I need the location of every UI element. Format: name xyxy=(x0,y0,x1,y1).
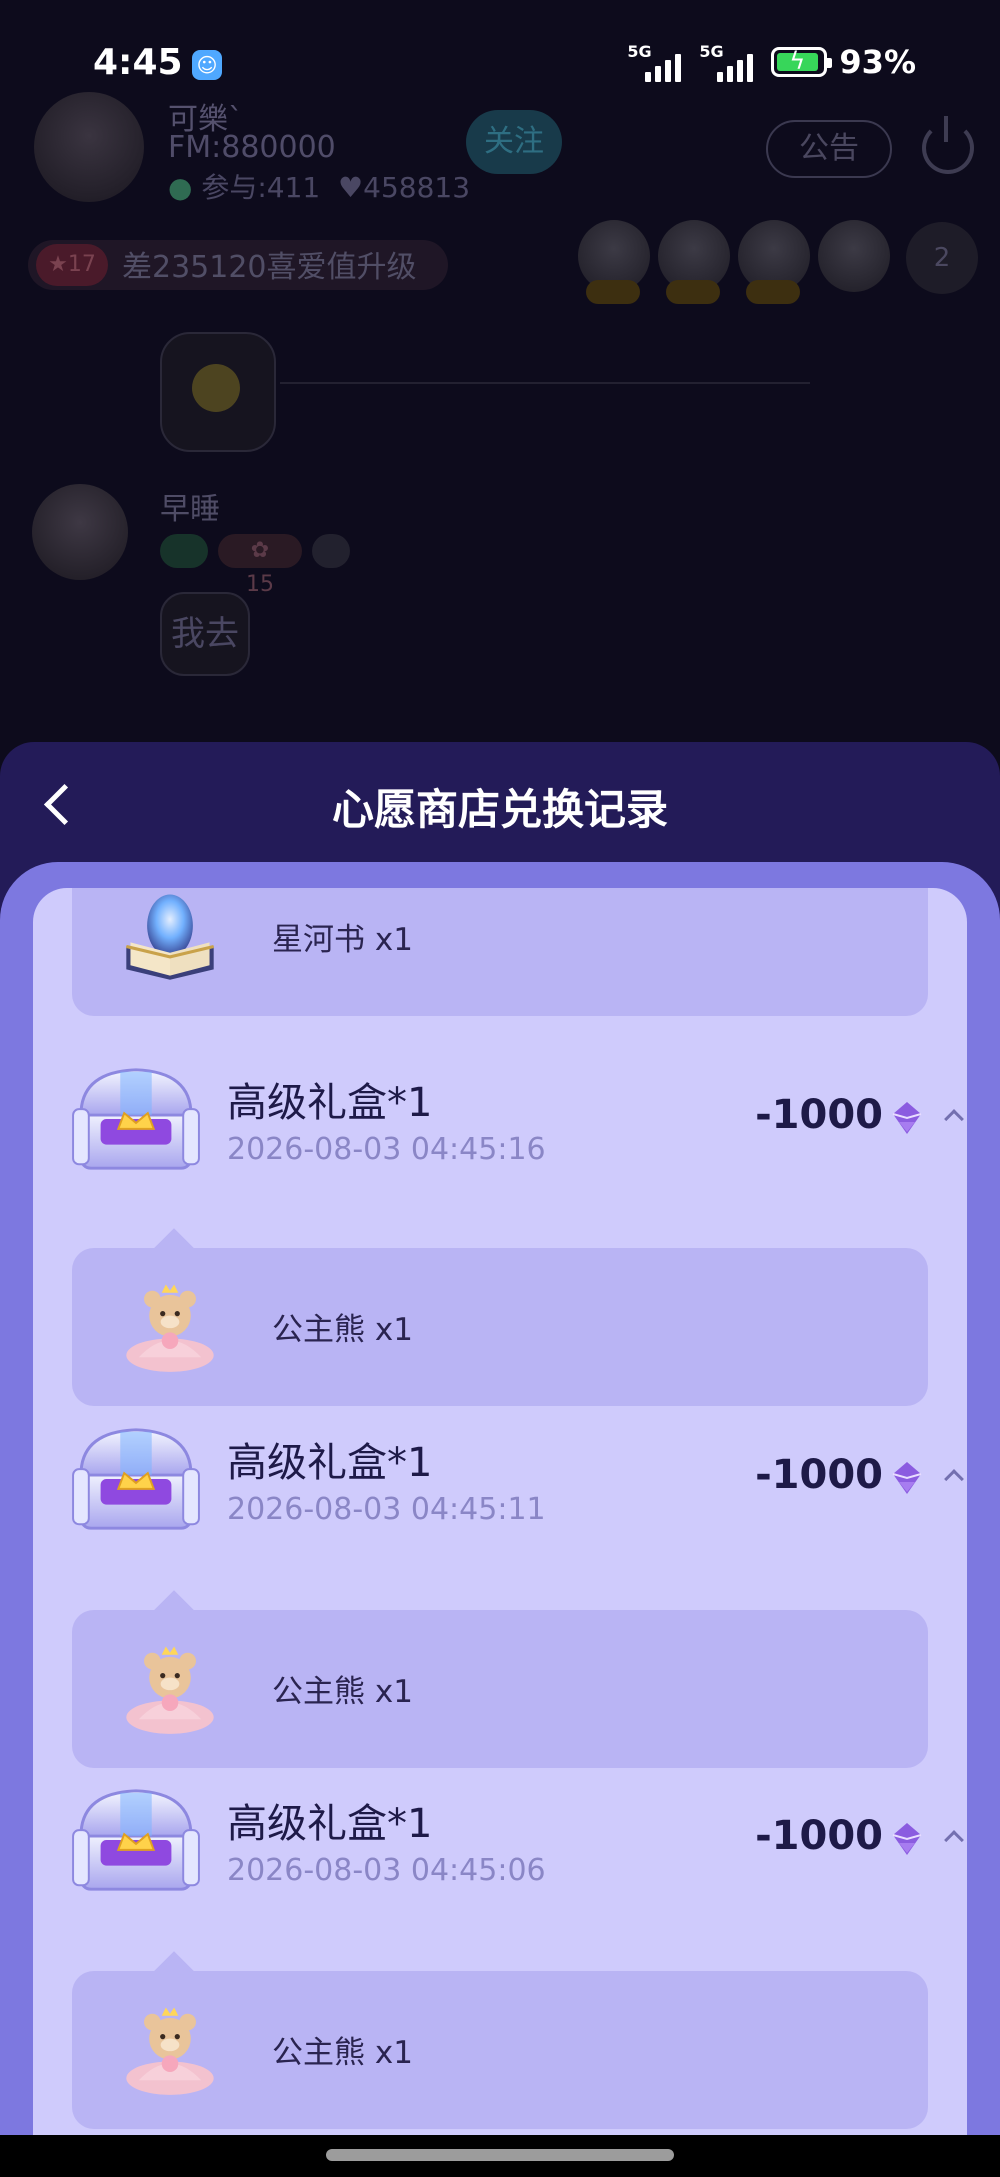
app-notification-icon: ☺ xyxy=(192,50,222,80)
host-stats: ● 参与:411 ♥458813 xyxy=(168,171,471,204)
record-item-box: 公主熊 x1 xyxy=(72,1951,928,2129)
chevron-up-icon[interactable] xyxy=(944,1109,964,1129)
status-indicators: 5G 5G ϟ 93% xyxy=(627,42,916,82)
purple-gem-icon xyxy=(892,1823,922,1855)
viewer-rank-tag xyxy=(666,280,720,304)
level-progress-text: 差235120喜爱值升级 xyxy=(122,250,417,285)
divider xyxy=(280,382,810,384)
gesture-nav-bar xyxy=(0,2135,1000,2177)
records-list[interactable]: 星河书 x1 高级礼盒*1 2026-08-03 04:45:16 -1000 xyxy=(33,888,967,2135)
chat-user-badges: ✿ 15 xyxy=(160,534,350,597)
notice-button[interactable]: 公告 xyxy=(766,120,892,178)
home-indicator[interactable] xyxy=(326,2149,674,2161)
sheet-header: 心愿商店兑换记录 xyxy=(0,742,1000,862)
item-name: 公主熊 x1 xyxy=(272,1312,413,1348)
chat-user-name: 早睡 xyxy=(160,492,220,527)
chat-message-bubble: 我去 xyxy=(160,592,250,676)
power-icon[interactable] xyxy=(922,116,974,174)
record-item-box: 星河书 x1 xyxy=(72,888,928,1016)
record-item-box: 公主熊 x1 xyxy=(72,1228,928,1406)
badge-icon xyxy=(160,534,208,568)
host-avatar[interactable] xyxy=(34,92,144,202)
purple-gem-icon xyxy=(892,1462,922,1494)
treasure-chest-icon xyxy=(72,1068,200,1170)
record-title: 高级礼盒*1 xyxy=(227,1080,433,1126)
follow-button[interactable]: 关注 xyxy=(466,110,562,174)
princess-bear-icon xyxy=(126,2007,214,2095)
participants-count: 参与:411 xyxy=(201,171,321,204)
record-amount: -1000 xyxy=(755,1092,883,1138)
badge-icon xyxy=(312,534,350,568)
record-date: 2026-08-03 04:45:11 xyxy=(227,1492,546,1527)
galaxy-book-icon xyxy=(125,894,215,980)
purple-gem-icon xyxy=(892,1102,922,1134)
cellular-signal-icon: 5G xyxy=(627,42,687,82)
treasure-chest-icon xyxy=(72,1789,200,1891)
hearts-count: 458813 xyxy=(363,171,471,204)
exchange-records-sheet: 心愿商店兑换记录 星河书 x1 高级礼盒*1 2026-08-03 04:45:… xyxy=(0,742,1000,2135)
level-badge-small: ✿ 15 xyxy=(218,534,302,597)
chevron-up-icon[interactable] xyxy=(944,1469,964,1489)
host-fm-id: FM:880000 xyxy=(168,130,336,165)
chevron-up-icon[interactable] xyxy=(944,1830,964,1850)
item-name: 公主熊 x1 xyxy=(272,2035,413,2071)
viewer-count[interactable]: 2 xyxy=(906,222,978,294)
viewer-rank-tag xyxy=(586,280,640,304)
record-title: 高级礼盒*1 xyxy=(227,1440,433,1486)
princess-bear-icon xyxy=(126,1284,214,1372)
record-title: 高级礼盒*1 xyxy=(227,1801,433,1847)
record-amount: -1000 xyxy=(755,1452,883,1498)
viewer-rank-tag xyxy=(746,280,800,304)
record-date: 2026-08-03 04:45:06 xyxy=(227,1853,546,1888)
item-name: 星河书 x1 xyxy=(272,922,413,958)
background-live-room: 可樂` FM:880000 ● 参与:411 ♥458813 关注 公告 ★17… xyxy=(0,92,1000,742)
record-date: 2026-08-03 04:45:16 xyxy=(227,1132,546,1167)
battery-icon: ϟ xyxy=(771,47,833,77)
heart-icon: ♥ xyxy=(338,171,364,204)
level-badge: ★17 xyxy=(36,244,108,286)
status-time: 4:45 xyxy=(93,42,183,83)
cellular-signal-icon: 5G xyxy=(699,42,759,82)
treasure-chest-icon xyxy=(72,1428,200,1530)
emoji-face-icon xyxy=(192,364,240,412)
status-bar: 4:45 ☺ 5G 5G ϟ 93% xyxy=(0,0,1000,92)
item-name: 公主熊 x1 xyxy=(272,1674,413,1710)
record-amount: -1000 xyxy=(755,1813,883,1859)
chat-user-avatar[interactable] xyxy=(32,484,128,580)
princess-bear-icon xyxy=(126,1646,214,1734)
records-frame: 星河书 x1 高级礼盒*1 2026-08-03 04:45:16 -1000 xyxy=(0,862,1000,2135)
battery-percent: 93% xyxy=(839,43,916,81)
record-item-box: 公主熊 x1 xyxy=(72,1590,928,1768)
sheet-title: 心愿商店兑换记录 xyxy=(331,785,668,834)
viewer-avatar[interactable] xyxy=(818,220,890,292)
charging-icon: ϟ xyxy=(789,47,806,75)
